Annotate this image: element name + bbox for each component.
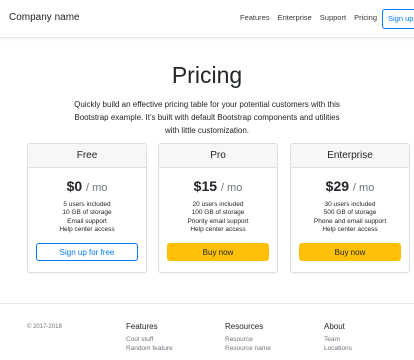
nav-link-features[interactable]: Features <box>240 13 270 22</box>
footer-column-title: Resources <box>225 322 264 331</box>
lead-text: Quickly build an effective pricing table… <box>74 100 340 136</box>
footer-link[interactable]: Resource <box>225 336 271 345</box>
footer-link[interactable]: Team <box>324 336 352 345</box>
feature-item: 10 GB of storage <box>62 209 112 217</box>
nav-link-support[interactable]: Support <box>320 13 346 22</box>
feature-item: Help center access <box>322 226 378 234</box>
plan-name: Enterprise <box>291 144 409 168</box>
plan-features: 20 users included 100 GB of storage Prio… <box>159 201 277 235</box>
pricing-card-free: Free $0 / mo 5 users included 10 GB of s… <box>27 143 147 273</box>
feature-item: 20 users included <box>192 201 244 208</box>
feature-item: Email support <box>67 217 107 225</box>
sign-up-button[interactable]: Sign up <box>382 9 414 29</box>
plan-price: $29 / mo <box>325 178 375 194</box>
footer-link[interactable]: Resource name <box>225 345 271 354</box>
footer-column-about: About Team Locations <box>324 322 352 354</box>
plan-price: $15 / mo <box>193 178 243 194</box>
plan-features: 30 users included 500 GB of storage Phon… <box>291 201 409 235</box>
plan-features: 5 users included 10 GB of storage Email … <box>28 201 146 235</box>
footer-link[interactable]: Locations <box>324 345 352 354</box>
sign-up-for-free-button[interactable]: Sign up for free <box>36 243 138 261</box>
feature-item: 500 GB of storage <box>323 209 377 217</box>
nav-link-enterprise[interactable]: Enterprise <box>278 13 312 22</box>
pricing-card-enterprise: Enterprise $29 / mo 30 users included 50… <box>290 143 410 273</box>
buy-now-button-enterprise[interactable]: Buy now <box>299 243 401 261</box>
top-navbar: Company name Features Enterprise Support… <box>0 0 414 38</box>
footer-link[interactable]: Cool stuff <box>126 336 173 345</box>
buy-now-button-pro[interactable]: Buy now <box>167 243 269 261</box>
footer-link[interactable]: Random feature <box>126 345 173 354</box>
feature-item: Phone and email support <box>313 217 387 225</box>
feature-item: Help center access <box>190 226 246 234</box>
page-title: Pricing <box>171 62 243 88</box>
plan-name: Free <box>28 144 146 168</box>
nav-link-pricing[interactable]: Pricing <box>354 13 377 22</box>
feature-item: 100 GB of storage <box>191 209 245 217</box>
plan-name: Pro <box>159 144 277 168</box>
footer-column-features: Features Cool stuff Random feature <box>126 322 173 354</box>
brand-name[interactable]: Company name <box>9 12 80 23</box>
plan-price: $0 / mo <box>66 178 108 194</box>
footer-column-title: Features <box>126 322 158 331</box>
footer-column-title: About <box>324 322 345 331</box>
pricing-header: Pricing Quickly build an effective prici… <box>0 62 414 138</box>
footer-column-resources: Resources Resource Resource name <box>225 322 271 354</box>
feature-item: 30 users included <box>324 201 376 208</box>
feature-item: 5 users included <box>63 201 111 208</box>
feature-item: Priority email support <box>187 217 249 225</box>
nav-links: Features Enterprise Support Pricing <box>240 13 377 22</box>
feature-item: Help center access <box>59 226 115 234</box>
copyright-text: © 2017-2018 <box>27 324 62 330</box>
pricing-card-pro: Pro $15 / mo 20 users included 100 GB of… <box>158 143 278 273</box>
page-footer: © 2017-2018 Features Cool stuff Random f… <box>0 303 414 360</box>
